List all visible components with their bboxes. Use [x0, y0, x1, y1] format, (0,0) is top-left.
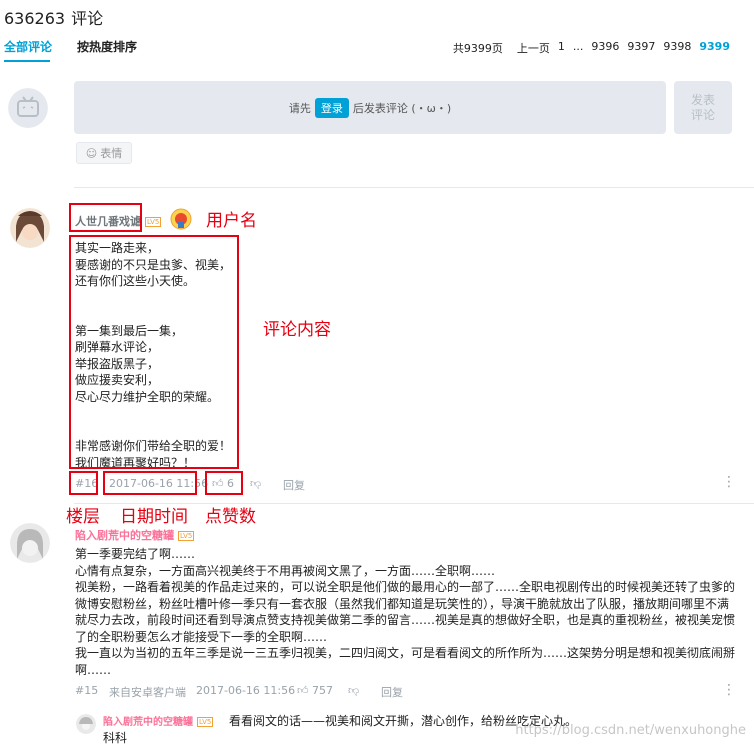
prev-page-link[interactable]: 上一页	[517, 40, 550, 56]
like-button[interactable]: 👍︎ 757	[297, 684, 333, 697]
fan-badge-icon	[170, 208, 192, 230]
watermark: https://blog.csdn.net/wenxuhonghe	[515, 723, 746, 738]
thumb-down-icon: 👎︎	[348, 684, 360, 697]
dislike-button[interactable]: 👎︎	[348, 684, 359, 697]
tab-hot-sort[interactable]: 按热度排序	[77, 38, 137, 55]
more-options-icon[interactable]: ⋮	[722, 474, 736, 490]
avatar[interactable]	[10, 523, 50, 563]
reply-avatar[interactable]	[76, 714, 96, 734]
tab-bar: 全部评论 按热度排序 共9399页 上一页 1 ... 9396 9397 93…	[0, 38, 754, 62]
annotation-box-likes	[205, 471, 243, 495]
tab-all-comments[interactable]: 全部评论	[4, 38, 52, 55]
annotation-box-datetime	[103, 471, 197, 495]
level-badge: LV5	[197, 716, 214, 727]
login-prompt-before: 请先	[288, 101, 311, 115]
floor-number: #15	[75, 684, 99, 697]
reply-header: 陷入剧荒中的空糖罐 LV5	[103, 713, 214, 728]
comment-time: 2017-06-16 11:56	[196, 684, 296, 697]
thumb-up-icon: 👍︎	[297, 684, 309, 697]
page-title: 636263 评论	[4, 5, 103, 29]
comment-header: 陷入剧荒中的空糖罐 LV5	[75, 527, 195, 543]
comment-text: 第一季要完结了啊…… 心情有点复杂，一方面高兴视美终于不用再被阅文黑了，一方面……	[75, 547, 736, 677]
login-button[interactable]: 登录	[314, 97, 349, 118]
tv-avatar-icon	[8, 88, 48, 128]
current-page: 9399	[699, 40, 730, 53]
emoji-icon: ☺	[85, 146, 98, 160]
comment-input-area[interactable]: 请先 登录 后发表评论 (・ω・)	[74, 81, 666, 134]
page-link[interactable]: 1	[558, 40, 565, 56]
page-link[interactable]: 9397	[627, 40, 655, 56]
reply-text-extra: 科科	[103, 731, 128, 745]
annotation-floor: 楼层	[66, 507, 100, 527]
annotation-username: 用户名	[206, 211, 257, 231]
page-link[interactable]: 9396	[591, 40, 619, 56]
sketch-avatar-icon	[76, 714, 96, 734]
like-count: 757	[312, 684, 333, 697]
title-label: 评论	[71, 9, 104, 28]
client-source: 来自安卓客户端	[109, 686, 186, 699]
annotation-likes: 点赞数	[205, 507, 256, 527]
annotation-datetime: 日期时间	[120, 507, 188, 527]
reply-button[interactable]: 回复	[283, 477, 305, 493]
guest-avatar	[8, 88, 48, 128]
more-options-icon[interactable]: ⋮	[722, 682, 736, 698]
avatar[interactable]	[10, 208, 50, 248]
thumb-down-icon: 👎︎	[250, 477, 262, 490]
annotation-box-floor	[69, 471, 98, 495]
emoji-button[interactable]: ☺ 表情	[76, 142, 132, 164]
page-ellipsis: ...	[572, 40, 584, 53]
send-comment-button[interactable]: 发表 评论	[674, 81, 732, 134]
active-tab-indicator	[4, 60, 50, 62]
dislike-button[interactable]: 👎︎	[250, 477, 261, 490]
username-link[interactable]: 陷入剧荒中的空糖罐	[103, 717, 193, 728]
page-link[interactable]: 9398	[663, 40, 691, 56]
emoji-label: 表情	[100, 147, 123, 160]
comment-count: 636263	[4, 9, 66, 28]
total-pages: 共9399页	[452, 42, 503, 55]
login-prompt-after: 后发表评论 (・ω・)	[352, 101, 452, 115]
sketch-avatar-icon	[10, 523, 50, 563]
anime-girl-avatar-icon	[10, 208, 50, 248]
annotation-content: 评论内容	[263, 320, 331, 340]
divider	[74, 187, 754, 188]
pagination: 共9399页 上一页 1 ... 9396 9397 9398 9399	[453, 40, 730, 56]
level-badge: LV5	[178, 530, 195, 541]
username-link[interactable]: 陷入剧荒中的空糖罐	[75, 529, 174, 542]
annotation-box-username	[69, 203, 142, 232]
reply-button[interactable]: 回复	[381, 684, 403, 700]
annotation-box-content	[69, 235, 239, 469]
level-badge: LV5	[145, 216, 162, 227]
